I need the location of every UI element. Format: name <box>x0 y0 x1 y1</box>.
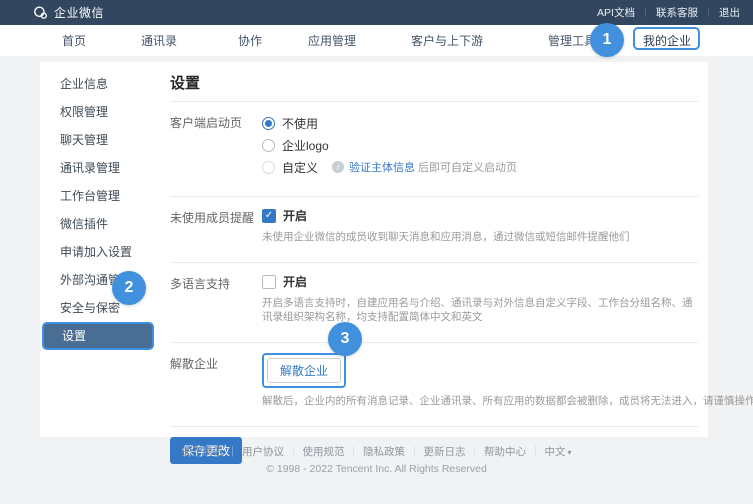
separator: ｜ <box>288 446 299 458</box>
row-multilanguage-support: 多语言支持 开启 开启多语言支持时，自建应用名与介绍、通讯录与对外信息自定义字段… <box>170 263 698 334</box>
settings-sidebar: 企业信息 权限管理 聊天管理 通讯录管理 工作台管理 微信插件 申请加入设置 外… <box>40 62 156 437</box>
radio-option-enterprise-logo[interactable]: 企业logo <box>262 134 698 156</box>
step-3-highlight-box: 解散企业 <box>262 353 346 388</box>
app-title: 企业微信 <box>54 4 104 21</box>
separator: ｜ <box>641 6 650 19</box>
language-label: 中文 <box>544 446 565 458</box>
tab-contacts[interactable]: 通讯录 <box>141 25 177 56</box>
topbar: 企业微信 API文档 ｜ 联系客服 ｜ 退出 <box>0 0 753 25</box>
tab-app-management[interactable]: 应用管理 <box>308 25 356 56</box>
dissolve-enterprise-button[interactable]: 解散企业 <box>267 358 341 383</box>
checkbox-label: 开启 <box>283 273 307 290</box>
checkbox-checked-icon[interactable]: ✓ <box>262 209 276 223</box>
sidebar-item-enterprise-info[interactable]: 企业信息 <box>40 70 156 98</box>
separator: ｜ <box>469 446 480 458</box>
main-nav: 首页 通讯录 协作 应用管理 客户与上下游 管理工具 我的企业 <box>0 25 753 56</box>
step-1-badge: 1 <box>590 23 624 57</box>
separator: ｜ <box>409 446 420 458</box>
custom-option-note: i 验证主体信息 后即可自定义启动页 <box>332 159 517 175</box>
radio-option-custom[interactable]: 自定义 i 验证主体信息 后即可自定义启动页 <box>262 156 698 178</box>
copyright-text: © 1998 - 2022 Tencent Inc. All Rights Re… <box>0 463 753 475</box>
unused-reminder-description: 未使用企业微信的成员收到聊天消息和应用消息，通过微信或短信邮件提醒他们 <box>262 230 698 244</box>
verify-subject-info-link[interactable]: 验证主体信息 <box>349 159 415 175</box>
footer-links: 关于腾讯｜用户协议｜使用规范｜隐私政策｜更新日志｜帮助中心｜中文▾ <box>0 444 753 459</box>
unused-reminder-label: 未使用成员提醒 <box>170 207 262 244</box>
logout-link[interactable]: 退出 <box>719 5 740 20</box>
separator: ｜ <box>348 446 359 458</box>
radio-option-label: 企业logo <box>282 137 329 154</box>
wechat-work-logo-icon <box>33 5 48 20</box>
sidebar-item-workbench-management[interactable]: 工作台管理 <box>40 182 156 210</box>
checkbox-label: 开启 <box>283 207 307 224</box>
dissolve-description: 解散后，企业内的所有消息记录、企业通讯录、所有应用的数据都会被删除，成员将无法进… <box>262 394 698 408</box>
radio-option-label: 不使用 <box>282 115 318 132</box>
footer-link-user-agreement[interactable]: 用户协议 <box>242 446 284 458</box>
step-3-badge: 3 <box>328 322 362 356</box>
tab-collaboration[interactable]: 协作 <box>238 25 262 56</box>
divider <box>170 426 698 427</box>
launch-page-label: 客户端启动页 <box>170 112 262 178</box>
sidebar-item-wechat-plugin[interactable]: 微信插件 <box>40 210 156 238</box>
settings-main: 设置 客户端启动页 不使用 企业logo 自定义 i 验 <box>170 62 698 464</box>
topbar-links: API文档 ｜ 联系客服 ｜ 退出 <box>597 5 740 20</box>
footer-link-privacy-policy[interactable]: 隐私政策 <box>363 446 405 458</box>
footer-link-help-center[interactable]: 帮助中心 <box>484 446 526 458</box>
sidebar-item-chat-management[interactable]: 聊天管理 <box>40 126 156 154</box>
app-logo[interactable]: 企业微信 <box>33 4 104 21</box>
radio-unselected-icon[interactable] <box>262 139 275 152</box>
tab-customers-upstream-downstream[interactable]: 客户与上下游 <box>411 25 483 56</box>
footer-link-about-tencent[interactable]: 关于腾讯 <box>181 446 223 458</box>
radio-option-not-used[interactable]: 不使用 <box>262 112 698 134</box>
info-icon: i <box>332 161 344 173</box>
radio-option-label: 自定义 <box>282 159 318 176</box>
multilanguage-label: 多语言支持 <box>170 273 262 324</box>
radio-disabled-icon <box>262 161 275 174</box>
language-selector[interactable]: 中文▾ <box>544 446 571 458</box>
sidebar-item-join-settings[interactable]: 申请加入设置 <box>40 238 156 266</box>
separator: ｜ <box>530 446 541 458</box>
multilanguage-description: 开启多语言支持时，自建应用名与介绍、通讯录与对外信息自定义字段、工作台分组名称、… <box>262 296 698 324</box>
contact-support-link[interactable]: 联系客服 <box>656 5 698 20</box>
separator: ｜ <box>227 446 238 458</box>
tab-home[interactable]: 首页 <box>62 25 86 56</box>
custom-note-text: 后即可自定义启动页 <box>418 159 517 175</box>
dissolve-label: 解散企业 <box>170 353 262 408</box>
radio-selected-icon[interactable] <box>262 117 275 130</box>
tab-management-tools[interactable]: 管理工具 <box>548 25 596 56</box>
separator: ｜ <box>704 6 713 19</box>
checkbox-unchecked-icon[interactable] <box>262 275 276 289</box>
sidebar-item-settings[interactable]: 设置 <box>42 322 154 350</box>
row-client-launch-page: 客户端启动页 不使用 企业logo 自定义 i 验证主体信息 后即可自定义启 <box>170 102 698 188</box>
row-dissolve-enterprise: 解散企业 解散企业 解散后，企业内的所有消息记录、企业通讯录、所有应用的数据都会… <box>170 343 698 418</box>
tab-my-enterprise[interactable]: 我的企业 <box>635 25 699 56</box>
step-2-badge: 2 <box>112 271 146 305</box>
footer-link-usage-rules[interactable]: 使用规范 <box>302 446 344 458</box>
sidebar-item-contacts-management[interactable]: 通讯录管理 <box>40 154 156 182</box>
page-title: 设置 <box>170 72 698 93</box>
content-card: 企业信息 权限管理 聊天管理 通讯录管理 工作台管理 微信插件 申请加入设置 外… <box>40 62 708 437</box>
sidebar-item-permission-management[interactable]: 权限管理 <box>40 98 156 126</box>
chevron-down-icon: ▾ <box>567 448 571 457</box>
multilanguage-toggle[interactable]: 开启 <box>262 273 698 290</box>
row-unused-member-reminder: 未使用成员提醒 ✓ 开启 未使用企业微信的成员收到聊天消息和应用消息，通过微信或… <box>170 197 698 254</box>
unused-reminder-toggle[interactable]: ✓ 开启 <box>262 207 698 224</box>
page-footer: 关于腾讯｜用户协议｜使用规范｜隐私政策｜更新日志｜帮助中心｜中文▾ © 1998… <box>0 444 753 475</box>
footer-link-changelog[interactable]: 更新日志 <box>423 446 465 458</box>
api-docs-link[interactable]: API文档 <box>597 5 635 20</box>
